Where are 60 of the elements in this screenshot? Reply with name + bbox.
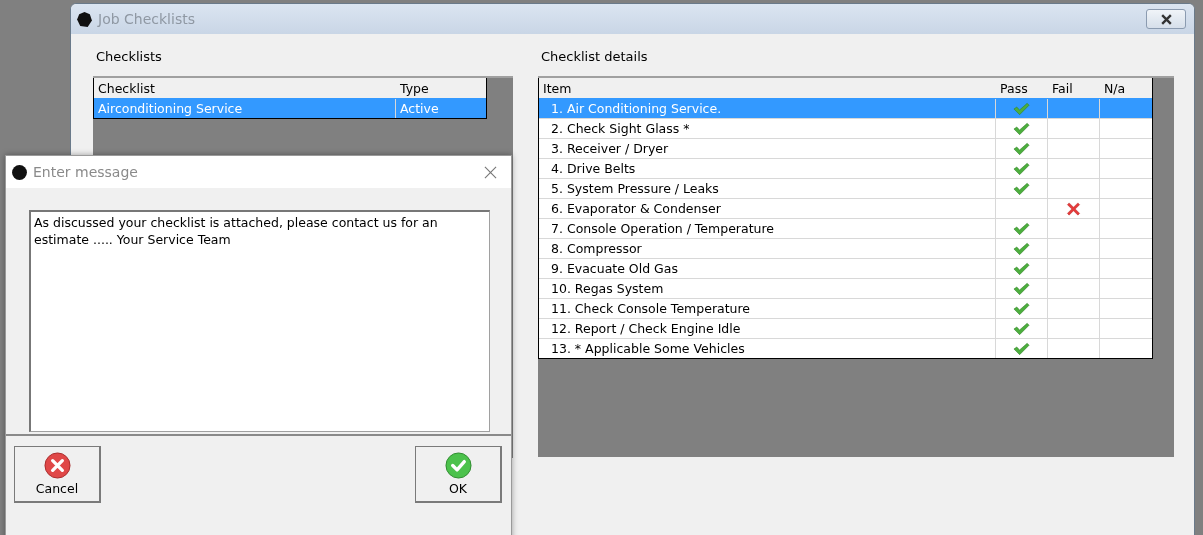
ok-button[interactable]: OK xyxy=(415,446,502,503)
cancel-button[interactable]: Cancel xyxy=(14,446,101,503)
check-icon xyxy=(1013,301,1030,316)
checklist-item-row[interactable]: 5. System Pressure / Leaks xyxy=(539,178,1152,198)
app-icon xyxy=(76,10,93,28)
cross-icon xyxy=(1065,201,1082,216)
table-cell: 12. Report / Check Engine Idle xyxy=(539,319,996,338)
close-icon[interactable] xyxy=(484,165,497,179)
check-icon xyxy=(1013,161,1030,176)
check-icon xyxy=(1013,281,1030,296)
table-cell: 10. Regas System xyxy=(539,279,996,298)
app-icon xyxy=(11,163,28,181)
column-header: Item xyxy=(542,80,573,96)
check-icon xyxy=(1013,181,1030,196)
check-icon xyxy=(1013,241,1030,256)
dialog-title: Enter message xyxy=(33,164,139,180)
checklist-item-row[interactable]: 3. Receiver / Dryer xyxy=(539,138,1152,158)
table-cell-text: Active xyxy=(399,100,440,118)
checklist-item-row[interactable]: 7. Console Operation / Temperature xyxy=(539,218,1152,238)
table-cell: 9. Evacuate Old Gas xyxy=(539,259,996,278)
checklist-item-row[interactable]: 4. Drive Belts xyxy=(539,158,1152,178)
table-cell: 13. * Applicable Some Vehicles xyxy=(539,339,996,358)
table-cell: 1. Air Conditioning Service. xyxy=(539,99,996,118)
table-cell: 7. Console Operation / Temperature xyxy=(539,219,996,238)
checklist-item-row[interactable]: 11. Check Console Temperature xyxy=(539,298,1152,318)
check-icon xyxy=(1013,341,1030,356)
check-icon xyxy=(1013,221,1030,236)
window-title: Job Checklists xyxy=(98,11,196,27)
table-cell: 3. Receiver / Dryer xyxy=(539,139,996,158)
close-icon xyxy=(1159,13,1173,25)
check-icon xyxy=(1013,121,1030,136)
checklist-item-row[interactable]: 13. * Applicable Some Vehicles xyxy=(539,338,1152,358)
checklist-item-row[interactable]: 6. Evaporator & Condenser xyxy=(539,198,1152,218)
table-cell: 11. Check Console Temperature xyxy=(539,299,996,318)
message-field[interactable]: As discussed your checklist is attached, please contact us for an estimate ..... Your Service Team xyxy=(29,210,490,432)
checklist-item-row[interactable]: 8. Compressor xyxy=(539,238,1152,258)
check-icon xyxy=(444,452,472,479)
close-button[interactable] xyxy=(1146,9,1186,29)
cancel-icon xyxy=(43,452,71,479)
checklist-item-row[interactable]: 10. Regas System xyxy=(539,278,1152,298)
column-header: N/a xyxy=(1103,80,1127,96)
table-cell: Airconditioning Service xyxy=(94,99,396,118)
check-icon xyxy=(1013,321,1030,336)
table-cell: 4. Drive Belts xyxy=(539,159,996,178)
section-label: Checklist details xyxy=(540,49,649,66)
section-label: Checklists xyxy=(95,49,163,66)
column-header: Type xyxy=(399,80,430,96)
checklist-item-row[interactable]: 2. Check Sight Glass * xyxy=(539,118,1152,138)
checklist-item-row[interactable]: 12. Report / Check Engine Idle xyxy=(539,318,1152,338)
column-header: Checklist xyxy=(97,80,156,96)
checklist-item-row[interactable]: 9. Evacuate Old Gas xyxy=(539,258,1152,278)
table-cell: 8. Compressor xyxy=(539,239,996,258)
table-cell: 6. Evaporator & Condenser xyxy=(539,199,996,218)
column-header: Fail xyxy=(1051,80,1074,96)
check-icon xyxy=(1013,101,1030,116)
check-icon xyxy=(1013,141,1030,156)
column-header: Pass xyxy=(999,80,1029,96)
table-cell: 5. System Pressure / Leaks xyxy=(539,179,996,198)
check-icon xyxy=(1013,261,1030,276)
table-cell: 2. Check Sight Glass * xyxy=(539,119,996,138)
